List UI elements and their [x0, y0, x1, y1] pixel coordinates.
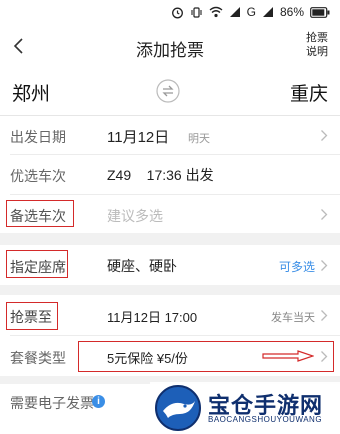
departure-date-value: 11月12日	[107, 129, 170, 146]
departure-station[interactable]: 郑州	[12, 79, 50, 106]
chevron-right-icon	[321, 310, 328, 321]
section-gap	[0, 233, 340, 245]
signal-icon-2	[262, 6, 274, 18]
arrival-station[interactable]: 重庆	[290, 79, 328, 106]
highlight-box-backup-train	[6, 200, 74, 227]
departure-date-note: 明天	[188, 133, 210, 145]
e-invoice-label: 需要电子发票	[10, 395, 94, 411]
alarm-icon	[171, 6, 184, 19]
help-label-line1: 抢票	[306, 32, 328, 44]
preferred-train-value: Z49 17:36 出发	[107, 167, 214, 183]
swap-stations-button[interactable]	[156, 79, 180, 103]
backup-train-placeholder: 建议多选	[107, 208, 163, 224]
preferred-train-label: 优选车次	[10, 168, 66, 184]
signal-icon	[229, 6, 241, 18]
package-type-label: 套餐类型	[10, 350, 66, 366]
seat-type-value: 硬座、硬卧	[107, 258, 177, 274]
departure-date-label: 出发日期	[10, 129, 66, 145]
grab-until-note: 发车当天	[271, 312, 315, 324]
help-label-line2: 说明	[306, 46, 328, 58]
watermark-subtitle: BAOCANGSHOUYOUWANG	[208, 415, 323, 424]
section-gap	[0, 285, 340, 295]
watermark: 宝仓手游网 BAOCANGSHOUYOUWANG	[150, 382, 340, 434]
highlight-box-package-type	[78, 341, 334, 372]
row-preferred-train[interactable]: 优选车次 Z49 17:36 出发	[0, 155, 340, 194]
chevron-right-icon	[321, 209, 328, 220]
wifi-icon	[209, 6, 223, 18]
status-bar: G 86%	[0, 0, 340, 24]
battery-percent: 86%	[279, 5, 304, 19]
navigation-bar: 添加抢票 抢票 说明	[0, 24, 340, 68]
highlight-box-grab-until	[6, 302, 58, 330]
battery-icon	[310, 6, 330, 18]
watermark-logo-icon	[155, 385, 201, 431]
multi-select-hint: 可多选	[279, 260, 316, 274]
row-departure-date[interactable]: 出发日期 11月12日 明天	[0, 117, 340, 154]
info-icon[interactable]: i	[92, 395, 105, 408]
vibrate-icon	[190, 6, 203, 19]
help-button[interactable]: 抢票 说明	[304, 31, 330, 59]
grab-until-value: 11月12日 17:00	[107, 310, 198, 325]
status-icons: G 86%	[171, 4, 330, 20]
chevron-right-icon	[321, 260, 328, 271]
swap-icon	[156, 79, 180, 103]
network-type: G	[246, 5, 256, 19]
page-title: 添加抢票	[136, 41, 204, 60]
station-selector: 郑州 重庆	[0, 68, 340, 116]
chevron-right-icon	[321, 130, 328, 141]
highlight-box-seat-type	[6, 250, 68, 278]
